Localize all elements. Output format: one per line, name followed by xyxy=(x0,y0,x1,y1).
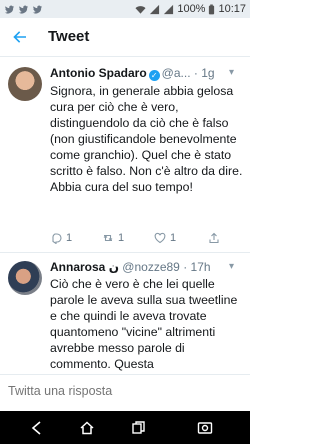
recent-apps-icon[interactable] xyxy=(130,419,148,437)
author-name-suffix: ن xyxy=(108,260,119,274)
like-button[interactable]: 1 xyxy=(154,232,176,244)
twitter-notification-icon xyxy=(32,5,43,14)
author-name[interactable]: Annarosa xyxy=(50,260,105,274)
retweet-icon xyxy=(103,234,113,242)
tweet-time: 17h xyxy=(190,260,211,274)
tweet-time: 1g xyxy=(201,66,215,80)
wifi-icon xyxy=(135,5,146,14)
tweet-text: Signora, in generale abbia gelosa cura p… xyxy=(50,84,243,194)
reply-input[interactable] xyxy=(8,384,228,398)
tweet[interactable]: Antonio Spadaro ✓ @a... · 1g ▾ Signora, in… xyxy=(0,57,250,253)
tweet-text: Ciò che è vero è che lei quelle parole l… xyxy=(50,277,238,371)
twitter-notification-icon xyxy=(4,5,15,14)
back-nav-icon[interactable] xyxy=(28,419,46,437)
reply-icon xyxy=(52,233,62,244)
heart-icon xyxy=(154,232,166,244)
retweet-button[interactable]: 1 xyxy=(102,232,124,244)
reply-button[interactable]: 1 xyxy=(50,232,72,244)
battery-icon xyxy=(209,4,215,14)
avatar[interactable] xyxy=(8,261,42,295)
like-count: 1 xyxy=(170,232,177,244)
retweet-count: 1 xyxy=(118,232,125,244)
author-handle: @a... xyxy=(161,66,191,80)
avatar[interactable] xyxy=(8,67,42,101)
system-nav-bar xyxy=(0,411,250,444)
author-name[interactable]: Antonio Spadaro xyxy=(50,66,147,80)
status-bar: 100% 10:17 xyxy=(0,0,250,18)
page-title: Tweet xyxy=(48,28,90,45)
share-icon xyxy=(209,232,219,244)
tweet-header: Annarosa ن @nozze89 · 17h ▾ xyxy=(50,259,234,275)
reply-count: 1 xyxy=(66,232,73,244)
tweet[interactable]: Annarosa ن @nozze89 · 17h ▾ Ciò che è ve… xyxy=(0,253,250,373)
tweet-actions: 1 1 1 xyxy=(50,232,240,248)
back-arrow-icon[interactable] xyxy=(10,27,30,47)
chevron-down-icon[interactable]: ▾ xyxy=(229,65,234,81)
signal-icon xyxy=(164,4,174,14)
screenshot-icon[interactable] xyxy=(196,419,214,437)
battery-percent: 100% xyxy=(177,3,206,15)
home-nav-icon[interactable] xyxy=(78,419,96,437)
twitter-notification-icon xyxy=(18,5,29,14)
author-handle: @nozze89 xyxy=(122,260,180,274)
tweet-header: Antonio Spadaro ✓ @a... · 1g ▾ xyxy=(50,65,234,81)
chevron-down-icon[interactable]: ▾ xyxy=(229,259,234,275)
clock: 10:17 xyxy=(218,3,246,15)
app-bar: Tweet xyxy=(0,18,250,57)
signal-icon xyxy=(150,4,160,14)
verified-badge-icon: ✓ xyxy=(148,70,160,81)
reply-bar xyxy=(0,374,250,411)
share-button[interactable] xyxy=(208,232,220,244)
